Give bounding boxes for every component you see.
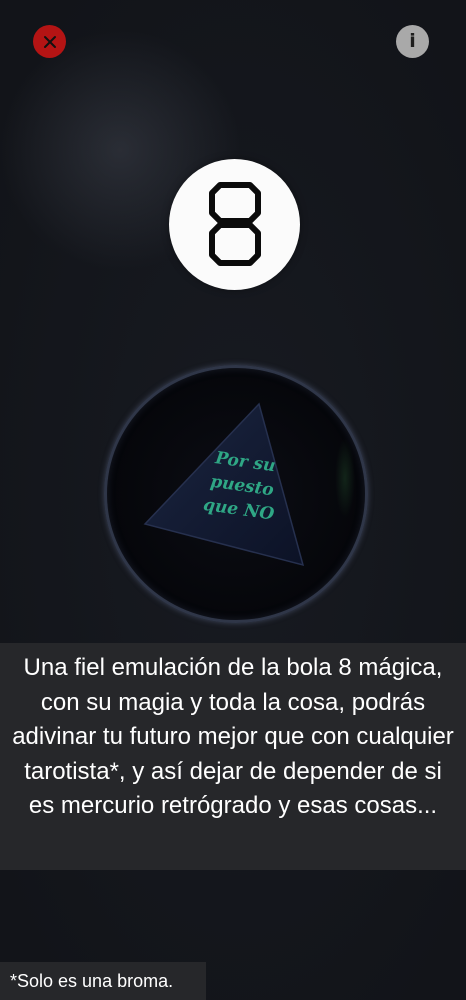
- magic-ball[interactable]: Por su puesto que NO: [104, 365, 368, 623]
- description-text: Una fiel emulación de la bola 8 mágica, …: [12, 654, 454, 819]
- close-button[interactable]: [33, 25, 66, 58]
- info-button[interactable]: i: [396, 25, 429, 58]
- eight-glyph: 8: [208, 181, 261, 266]
- info-icon: i: [409, 30, 416, 52]
- magic-8-logo: 8: [169, 159, 300, 290]
- description-panel: Una fiel emulación de la bola 8 mágica, …: [0, 643, 466, 870]
- answer-text: Por su puesto que NO: [183, 443, 302, 530]
- footnote-text: *Solo es una broma.: [10, 970, 174, 991]
- close-icon: [43, 35, 56, 48]
- footnote-panel: *Solo es una broma.: [0, 962, 206, 1000]
